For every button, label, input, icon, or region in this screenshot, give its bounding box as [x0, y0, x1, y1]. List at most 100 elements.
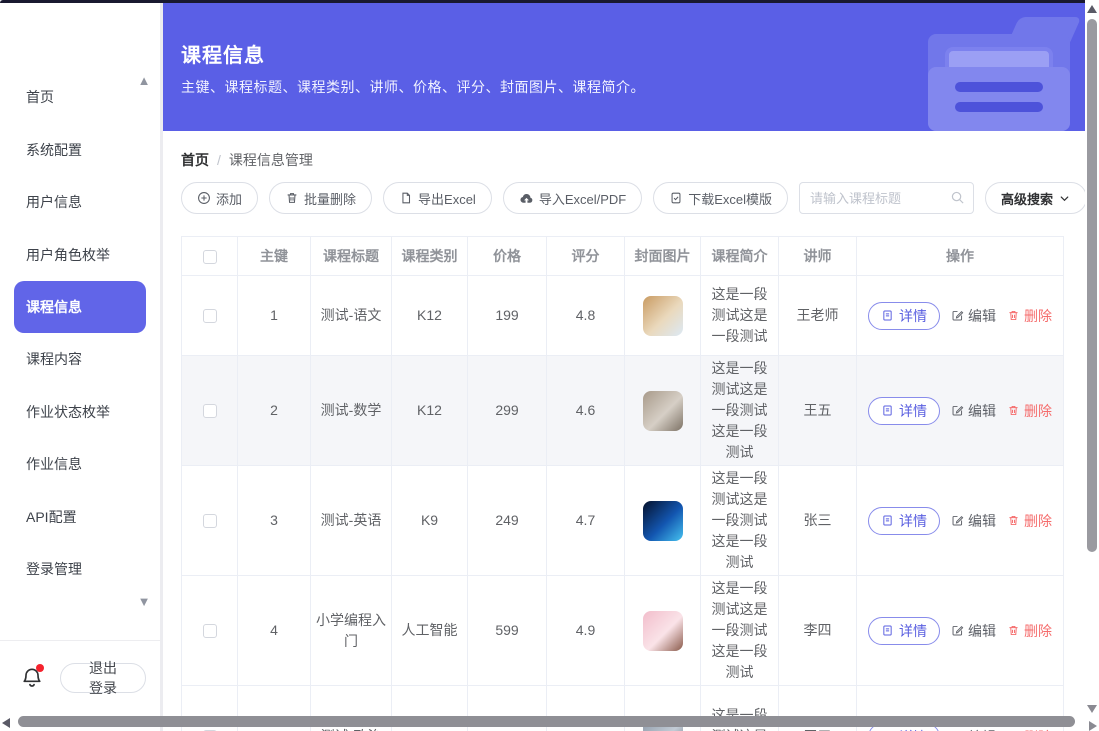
breadcrumb-current: 课程信息管理: [229, 150, 313, 170]
detail-button[interactable]: 详情: [868, 507, 940, 535]
detail-doc-icon: [881, 309, 894, 322]
main-content: 课程信息 主键、课程标题、课程类别、讲师、价格、评分、封面图片、课程简介。 首页…: [163, 3, 1085, 731]
cell-category: K9: [392, 466, 468, 576]
cell-teacher: 张三: [779, 466, 857, 576]
horizontal-scrollbar[interactable]: [0, 715, 1099, 731]
scroll-down-arrow-icon[interactable]: [1087, 705, 1097, 713]
cell-price: 199: [468, 276, 547, 356]
sidebar-item-label: 用户角色枚举: [26, 245, 110, 265]
plus-circle-icon: [197, 191, 211, 205]
edit-button[interactable]: 编辑: [951, 306, 996, 326]
search-box: [799, 182, 974, 214]
search-icon[interactable]: [950, 190, 965, 210]
add-button[interactable]: 添加: [181, 182, 258, 214]
sidebar-item-course-info[interactable]: 课程信息: [14, 281, 146, 333]
select-all-checkbox[interactable]: [203, 250, 217, 264]
sidebar-item-api-config[interactable]: API配置: [0, 491, 160, 544]
detail-button[interactable]: 详情: [868, 617, 940, 645]
sidebar-item-home[interactable]: 首页: [0, 71, 160, 124]
vertical-scrollbar[interactable]: [1085, 0, 1099, 731]
folder-illustration-icon: [928, 17, 1070, 131]
scroll-right-arrow-icon[interactable]: [1089, 721, 1097, 731]
header-intro: 课程简介: [701, 237, 779, 276]
cell-intro: 这是一段测试这是一段测试: [701, 276, 779, 356]
cover-image: [643, 391, 683, 431]
detail-doc-icon: [881, 404, 894, 417]
row-checkbox[interactable]: [203, 624, 217, 638]
scroll-up-arrow-icon[interactable]: [1087, 5, 1097, 13]
batch-delete-button[interactable]: 批量删除: [269, 182, 372, 214]
edit-button[interactable]: 编辑: [951, 621, 996, 641]
export-excel-button[interactable]: 导出Excel: [383, 182, 492, 214]
chevron-down-icon: [1058, 192, 1071, 205]
edit-pencil-icon: [951, 514, 964, 527]
sidebar-item-user-info[interactable]: 用户信息: [0, 176, 160, 229]
import-excel-button[interactable]: 导入Excel/PDF: [503, 182, 642, 214]
sidebar-item-user-role-enum[interactable]: 用户角色枚举: [0, 229, 160, 282]
table-row: 4 小学编程入门 人工智能 599 4.9 这是一段测试这是一段测试这是一段测试…: [182, 576, 1064, 686]
sidebar-item-course-content[interactable]: 课程内容: [0, 333, 160, 386]
sidebar-item-system-config[interactable]: 系统配置: [0, 124, 160, 177]
header-teacher: 讲师: [779, 237, 857, 276]
sidebar-item-label: 课程内容: [26, 349, 82, 369]
delete-button[interactable]: 删除: [1007, 511, 1052, 531]
cell-id: 2: [238, 356, 311, 466]
sidebar-item-label: 系统配置: [26, 140, 82, 160]
cell-rating: 4.9: [547, 576, 625, 686]
cell-intro: 这是一段测试这是一段测试这是一段测试: [701, 466, 779, 576]
sidebar-item-homework-status-enum[interactable]: 作业状态枚举: [0, 386, 160, 439]
cell-id: 4: [238, 576, 311, 686]
download-template-button[interactable]: 下载Excel模版: [653, 182, 788, 214]
trash-icon: [1007, 514, 1020, 527]
cell-price: 599: [468, 576, 547, 686]
cell-teacher: 李四: [779, 576, 857, 686]
sidebar-item-homework-info[interactable]: 作业信息: [0, 438, 160, 491]
header-actions: 操作: [857, 237, 1064, 276]
cell-title: 测试-英语: [311, 466, 392, 576]
cell-rating: 4.6: [547, 356, 625, 466]
cell-title: 测试-语文: [311, 276, 392, 356]
toolbar: 添加 批量删除 导出Excel 导入Excel/PDF 下载Excel模版: [181, 182, 1087, 214]
sidebar-item-label: 作业状态枚举: [26, 402, 110, 422]
detail-doc-icon: [881, 624, 894, 637]
logout-button[interactable]: 退出登录: [60, 663, 146, 693]
sidebar-scroll-down-icon[interactable]: ▼: [134, 594, 154, 609]
breadcrumb-home[interactable]: 首页: [181, 150, 209, 170]
trash-icon: [1007, 309, 1020, 322]
cell-id: 1: [238, 276, 311, 356]
cell-teacher: 王老师: [779, 276, 857, 356]
trash-icon: [1007, 404, 1020, 417]
sidebar-item-label: 登录管理: [26, 559, 82, 579]
sidebar-item-label: 作业信息: [26, 454, 82, 474]
sidebar-item-login-manage[interactable]: 登录管理: [0, 543, 160, 596]
notification-badge: [36, 664, 44, 672]
edit-button[interactable]: 编辑: [951, 511, 996, 531]
table-row: 3 测试-英语 K9 249 4.7 这是一段测试这是一段测试这是一段测试 张三: [182, 466, 1064, 576]
sidebar-item-label: API配置: [26, 507, 77, 527]
cell-id: 3: [238, 466, 311, 576]
cell-teacher: 王五: [779, 356, 857, 466]
delete-button[interactable]: 删除: [1007, 621, 1052, 641]
search-input[interactable]: [799, 182, 974, 214]
detail-button[interactable]: 详情: [868, 302, 940, 330]
advanced-search-button[interactable]: 高级搜索: [985, 182, 1087, 214]
notification-bell-icon[interactable]: [20, 666, 44, 690]
row-checkbox[interactable]: [203, 514, 217, 528]
detail-button[interactable]: 详情: [868, 397, 940, 425]
sidebar-nav: 首页 系统配置 用户信息 用户角色枚举 课程信息 课程内容 作业状态枚举 作业信…: [0, 71, 160, 596]
edit-button[interactable]: 编辑: [951, 401, 996, 421]
scroll-left-arrow-icon[interactable]: [2, 718, 10, 728]
page-banner: 课程信息 主键、课程标题、课程类别、讲师、价格、评分、封面图片、课程简介。: [163, 3, 1085, 131]
delete-button[interactable]: 删除: [1007, 401, 1052, 421]
cover-image: [643, 611, 683, 651]
delete-button[interactable]: 删除: [1007, 306, 1052, 326]
edit-pencil-icon: [951, 624, 964, 637]
header-id: 主键: [238, 237, 311, 276]
horizontal-scrollbar-thumb[interactable]: [18, 716, 1075, 727]
sidebar-footer: 退出登录: [0, 640, 160, 715]
header-price: 价格: [468, 237, 547, 276]
sidebar-item-label: 首页: [26, 87, 54, 107]
row-checkbox[interactable]: [203, 309, 217, 323]
row-checkbox[interactable]: [203, 404, 217, 418]
vertical-scrollbar-thumb[interactable]: [1087, 19, 1097, 552]
